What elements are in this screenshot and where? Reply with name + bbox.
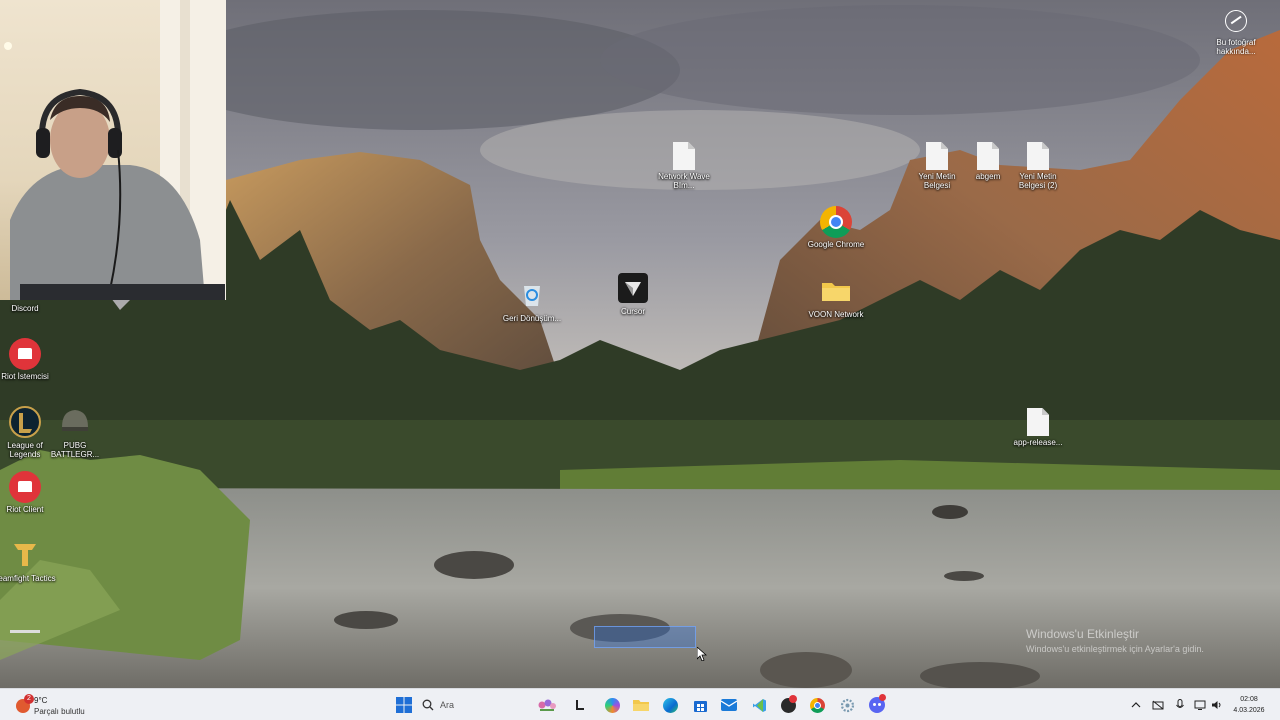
recycle-bin-icon <box>515 278 549 312</box>
taskbar-app-discord[interactable] <box>866 694 888 716</box>
app-l-icon <box>576 700 584 710</box>
taskbar-app-chrome[interactable] <box>806 694 828 716</box>
desktop-icon-google-chrome[interactable]: Google Chrome <box>804 206 868 249</box>
desktop-icon-label: Yeni Metin Belgesi (2) <box>1018 172 1058 190</box>
desktop-icon-label: Teamfight Tactics <box>0 574 56 583</box>
taskbar: 2 9°C Parçalı bulutlu Ara 02:08 4.03.202… <box>0 688 1280 720</box>
weather-description: Parçalı bulutlu <box>34 707 85 716</box>
text-file-icon <box>1027 142 1049 170</box>
store-icon <box>693 700 707 712</box>
taskbar-app-outlook[interactable] <box>718 694 740 716</box>
desktop-icon-yeni-metin-belgesi-2[interactable]: Yeni Metin Belgesi (2) <box>1006 142 1070 190</box>
mouse-pointer-icon <box>696 646 708 666</box>
desktop-icon-network-wave[interactable]: Network Wave BIm... <box>652 142 716 190</box>
desktop-icon-label: Geri Dönüşüm... <box>502 314 562 323</box>
text-file-icon <box>673 142 695 170</box>
clock-date: 4.03.2026 <box>1233 707 1265 714</box>
windows-logo-icon <box>396 697 412 713</box>
chrome-icon <box>809 697 825 713</box>
taskbar-search[interactable]: Ara <box>422 695 534 715</box>
desktop-icon-riot-client[interactable]: Riot Client <box>0 471 57 514</box>
show-hidden-icons-chevron-up-icon[interactable] <box>1130 699 1142 711</box>
photo-info-button[interactable]: Bu fotoğraf hakkında... <box>1206 10 1266 56</box>
desktop-icon-pubg[interactable]: PUBG BATTLEGR... <box>43 405 107 459</box>
league-of-legends-icon <box>8 405 42 439</box>
webcam-overlay <box>0 0 226 300</box>
desktop-icon-discord[interactable]: Discord <box>0 302 57 313</box>
gear-icon <box>840 698 854 712</box>
drag-selection-rectangle <box>594 626 696 648</box>
weather-temperature: 9°C <box>34 696 48 705</box>
text-file-icon <box>926 142 948 170</box>
desktop-icon-label: Riot Client <box>6 505 44 514</box>
riot-fist-icon <box>9 338 41 370</box>
desktop-icon-cursor[interactable]: Cursor <box>601 271 665 316</box>
taskbar-app-file-explorer[interactable] <box>630 694 652 716</box>
taskbar-app-store[interactable] <box>689 694 711 716</box>
search-placeholder: Ara <box>440 700 455 710</box>
desktop-icon-voon-network[interactable]: VOON Network <box>804 274 868 319</box>
taskbar-flowers-widget[interactable] <box>536 694 558 716</box>
tray-microphone-icon[interactable] <box>1174 699 1186 711</box>
folder-icon <box>819 274 853 308</box>
desktop-icon-app-release[interactable]: app-release... <box>1006 408 1070 447</box>
chrome-icon <box>820 206 852 238</box>
recorder-icon <box>780 694 797 713</box>
desktop-icon-label: Network Wave BIm... <box>658 172 710 190</box>
tray-vpn-icon[interactable] <box>1152 699 1164 711</box>
discord-icon <box>869 694 886 713</box>
desktop-icon-label: app-release... <box>1013 438 1063 447</box>
desktop-icon-label: VOON Network <box>808 310 864 319</box>
desktop-icon-label: Google Chrome <box>807 240 865 249</box>
taskbar-clock[interactable]: 02:08 4.03.2026 <box>1229 694 1269 716</box>
copilot-icon <box>604 697 620 713</box>
taskbar-app-copilot[interactable] <box>601 694 623 716</box>
pubg-helmet-icon <box>58 405 92 439</box>
cursor-app-icon <box>616 271 650 305</box>
taskbar-app-vscode[interactable] <box>748 694 770 716</box>
desktop-icon-teamfight-tactics[interactable]: Teamfight Tactics <box>0 538 57 583</box>
weather-badge: 2 <box>24 694 34 704</box>
desktop-icon-label: Cursor <box>620 307 645 316</box>
clock-time: 02:08 <box>1240 696 1258 703</box>
mail-icon <box>721 699 737 711</box>
teamfight-tactics-icon <box>8 538 42 572</box>
start-button[interactable] <box>393 694 415 716</box>
code-editor-icon <box>752 698 766 712</box>
activation-watermark: Windows'u Etkinleştir Windows'u etkinleş… <box>1026 627 1204 654</box>
text-file-icon <box>977 142 999 170</box>
tray-network-icon[interactable] <box>1194 699 1206 711</box>
taskbar-app-recorder[interactable] <box>777 694 799 716</box>
file-icon <box>1027 408 1049 436</box>
desktop-icon-recycle-bin[interactable]: Geri Dönüşüm... <box>500 278 564 323</box>
riot-fist-icon <box>9 471 41 503</box>
desktop-icon-riot-istemcisi[interactable]: Riot İstemcisi <box>0 338 57 381</box>
folder-icon <box>633 700 649 711</box>
camera-info-icon <box>1225 10 1247 32</box>
taskbar-app-settings[interactable] <box>836 694 858 716</box>
taskbar-app-terminal[interactable] <box>569 694 591 716</box>
weather-widget[interactable]: 2 9°C Parçalı bulutlu <box>12 693 122 717</box>
activation-title: Windows'u Etkinleştir <box>1026 627 1139 641</box>
edge-icon <box>662 697 678 713</box>
desktop-icon-label: PUBG BATTLEGR... <box>50 441 100 459</box>
photo-info-label: Bu fotoğraf hakkında... <box>1216 38 1256 56</box>
taskbar-app-edge[interactable] <box>659 694 681 716</box>
tray-volume-icon[interactable] <box>1211 699 1223 711</box>
desktop-icon-label: Riot İstemcisi <box>1 372 49 381</box>
desktop-icon-label: Discord <box>11 304 39 313</box>
search-icon <box>422 699 434 711</box>
desktop-icon-partial-bottom[interactable] <box>10 630 40 633</box>
flowers-icon <box>538 699 556 711</box>
activation-subtitle: Windows'u etkinleştirmek için Ayarlar'a … <box>1026 644 1204 654</box>
